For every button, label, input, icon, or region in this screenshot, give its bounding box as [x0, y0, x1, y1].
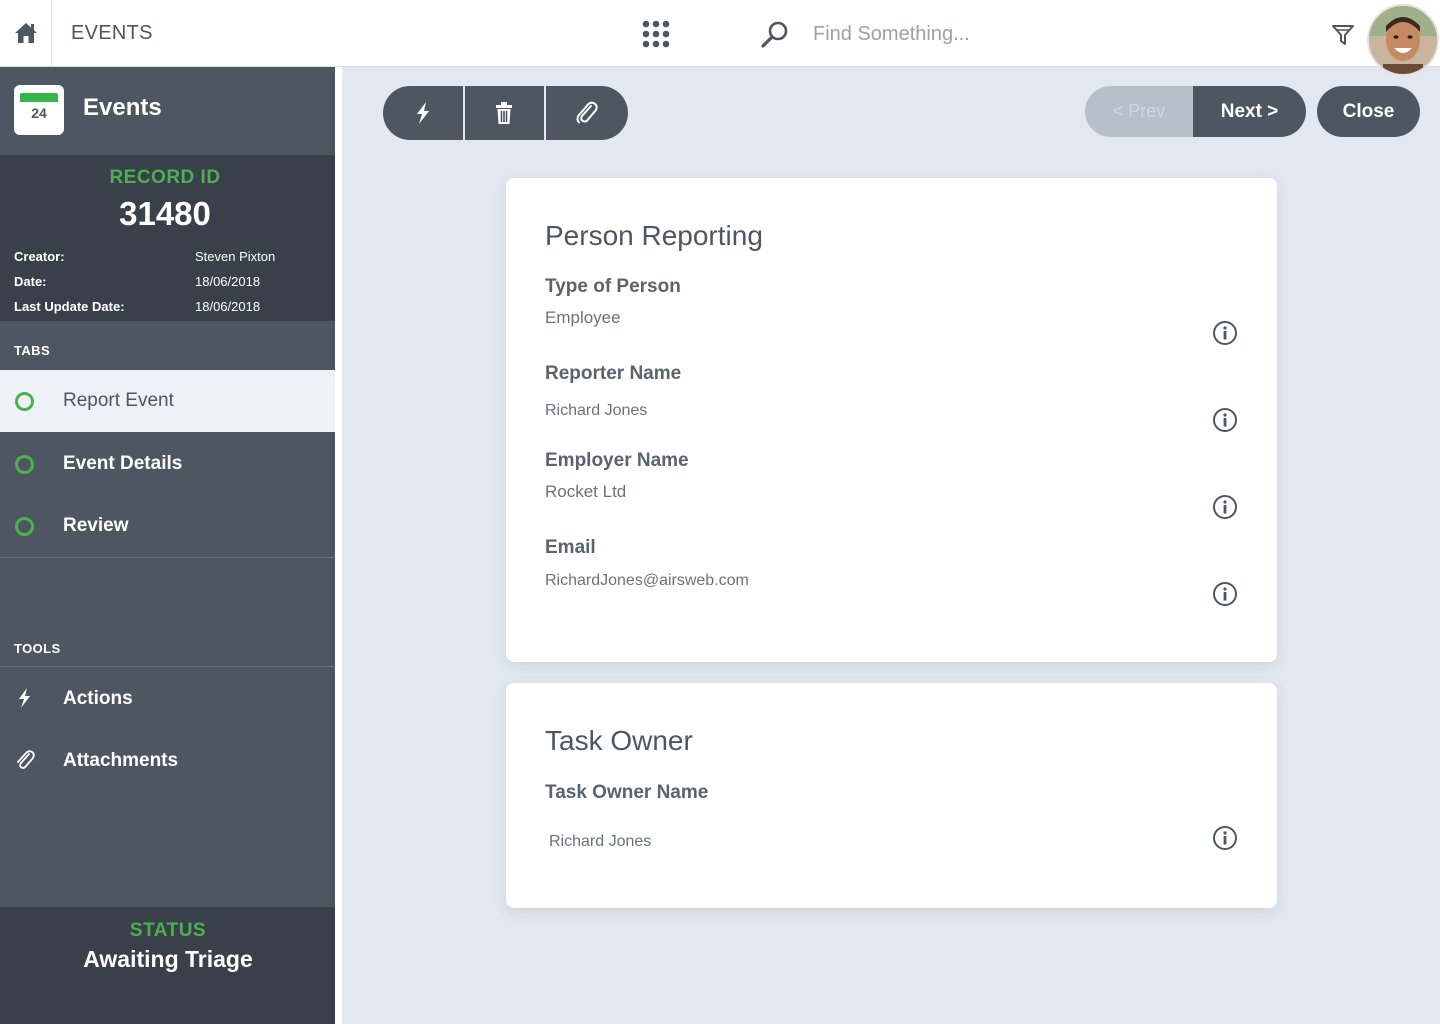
actions-button[interactable]: [383, 86, 465, 140]
calendar-day: 24: [31, 105, 47, 121]
filter-icon[interactable]: [1330, 22, 1356, 48]
close-button[interactable]: Close: [1317, 86, 1420, 137]
calendar-icon: 24: [14, 85, 64, 135]
tool-actions[interactable]: Actions: [0, 669, 335, 727]
record-toolbar: [383, 86, 628, 140]
search-input[interactable]: [806, 16, 1226, 52]
info-icon[interactable]: [1212, 494, 1238, 520]
meta-value: 18/06/2018: [195, 274, 261, 289]
meta-key: Creator:: [14, 249, 65, 264]
status-ring-icon: [15, 517, 34, 536]
tab-label: Event Details: [63, 453, 183, 474]
module-header: 24 Events: [0, 67, 335, 155]
tab-review[interactable]: Review: [0, 495, 335, 557]
top-bar: EVENTS: [0, 0, 1440, 76]
tab-event-details[interactable]: Event Details: [0, 433, 335, 495]
info-icon[interactable]: [1212, 320, 1238, 346]
meta-key: Date:: [14, 274, 47, 289]
bolt-icon: [416, 102, 429, 124]
next-button[interactable]: Next >: [1193, 86, 1306, 137]
meta-key: Last Update Date:: [14, 299, 125, 314]
prev-button[interactable]: < Prev: [1085, 86, 1193, 137]
avatar-image-icon: [1369, 6, 1437, 74]
trash-icon: [496, 102, 513, 124]
delete-button[interactable]: [465, 86, 547, 140]
module-title: Events: [83, 94, 162, 121]
field-label-reporter-name: Reporter Name: [545, 363, 682, 384]
record-id-value: 31480: [119, 195, 211, 232]
field-value-employer-name[interactable]: Rocket Ltd: [545, 482, 626, 502]
info-icon[interactable]: [1212, 825, 1238, 851]
status-panel: STATUS Awaiting Triage: [0, 907, 342, 1024]
info-icon[interactable]: [1212, 581, 1238, 607]
info-icon[interactable]: [1212, 407, 1238, 433]
status-value: Awaiting Triage: [83, 946, 253, 972]
field-label-task-owner-name: Task Owner Name: [545, 782, 709, 803]
tools-section-label: TOOLS: [14, 641, 61, 656]
home-icon: [14, 23, 37, 43]
tab-report-event[interactable]: Report Event: [0, 370, 335, 432]
paperclip-icon: [17, 750, 35, 769]
status-label: STATUS: [129, 920, 207, 941]
home-button[interactable]: [0, 0, 52, 66]
meta-value: Steven Pixton: [195, 249, 276, 264]
field-value-task-owner-name[interactable]: Richard Jones: [549, 833, 651, 851]
card-title: Task Owner: [545, 725, 693, 756]
tab-label: Report Event: [63, 390, 174, 411]
status-ring-icon: [15, 392, 34, 411]
field-value-reporter-name[interactable]: Richard Jones: [545, 402, 647, 420]
paperclip-icon: [576, 101, 598, 124]
sidebar: 24 Events RECORD ID 31480 Creator: Steve…: [0, 67, 342, 1024]
divider: [0, 557, 335, 558]
record-info: RECORD ID 31480 Creator: Steven Pixton D…: [0, 155, 335, 321]
attach-button[interactable]: [546, 86, 628, 140]
field-value-email[interactable]: RichardJones@airsweb.com: [545, 572, 749, 590]
tool-attachments[interactable]: Attachments: [0, 731, 335, 789]
grid-icon: [642, 20, 670, 48]
card-title: Person Reporting: [545, 220, 763, 251]
tabs-section-label: TABS: [14, 343, 51, 358]
divider: [0, 666, 335, 667]
bolt-icon: [19, 688, 30, 708]
task-owner-card: Task Owner Task Owner Name Richard Jones: [506, 683, 1277, 908]
sidebar-edge: [335, 67, 342, 1024]
record-id-label: RECORD ID: [109, 167, 221, 188]
field-label-email: Email: [545, 537, 596, 558]
field-value-type-of-person[interactable]: Employee: [545, 308, 621, 328]
field-label-type-of-person: Type of Person: [545, 276, 681, 297]
app-launcher-button[interactable]: [636, 14, 676, 54]
tab-label: Review: [63, 515, 129, 536]
status-ring-icon: [15, 455, 34, 474]
app-title: EVENTS: [71, 22, 153, 44]
search-icon: [761, 21, 788, 48]
tool-label: Attachments: [63, 750, 179, 771]
record-pager: < Prev Next >: [1085, 86, 1306, 137]
user-avatar[interactable]: [1367, 4, 1439, 76]
tool-label: Actions: [63, 688, 133, 709]
person-reporting-card: Person Reporting Type of Person Employee…: [506, 178, 1277, 662]
field-label-employer-name: Employer Name: [545, 450, 689, 471]
meta-value: 18/06/2018: [195, 299, 261, 314]
